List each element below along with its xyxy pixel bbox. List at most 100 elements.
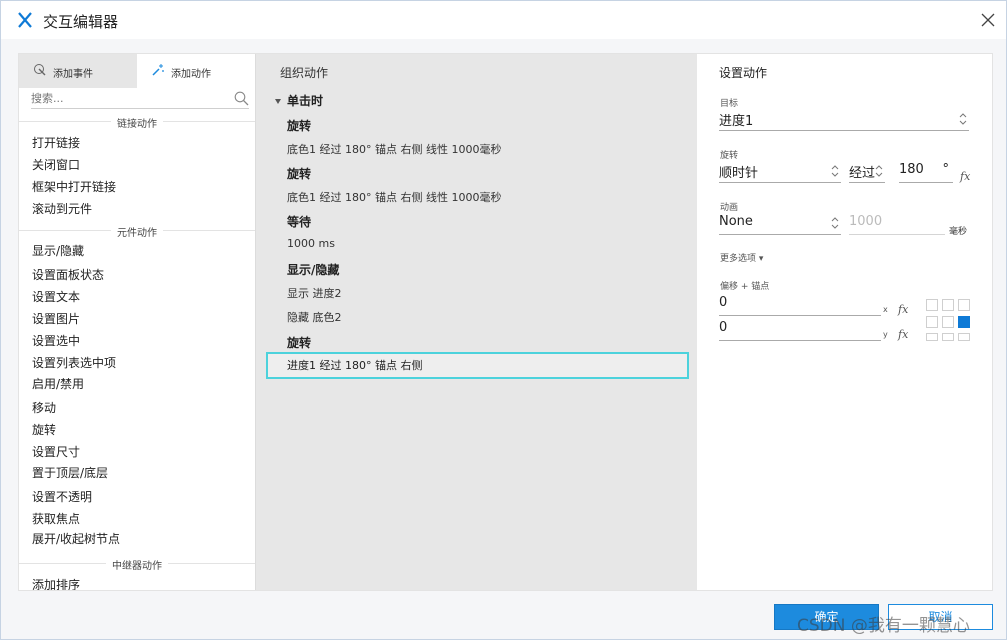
organize-actions-panel: 组织动作 单击时 旋转 底色1 经过 180° 锚点 右侧 线性 1000毫秒 … bbox=[256, 54, 697, 590]
configure-action-panel: 设置动作 目标 进度1 旋转 顺时针 经过 180 ° fx 动画 None 1… bbox=[697, 54, 992, 590]
close-icon[interactable] bbox=[978, 10, 998, 30]
tab-add-action[interactable]: 添加动作 bbox=[137, 54, 255, 88]
action-item-rotate[interactable]: 旋转 bbox=[32, 421, 56, 438]
tab-add-event-label: 添加事件 bbox=[53, 69, 93, 80]
animation-duration-input[interactable]: 1000 bbox=[849, 214, 945, 235]
select-arrows-icon bbox=[831, 217, 839, 229]
action-item-open-link[interactable]: 打开链接 bbox=[32, 134, 80, 151]
anchor-top-right[interactable] bbox=[958, 299, 970, 311]
duration-unit: 毫秒 bbox=[949, 227, 968, 237]
section-link-actions: 链接动作 bbox=[19, 115, 255, 130]
offset-y-value: 0 bbox=[719, 320, 728, 335]
configure-action-heading: 设置动作 bbox=[719, 66, 768, 80]
animation-duration-value: 1000 bbox=[849, 214, 883, 229]
action-item-set-text[interactable]: 设置文本 bbox=[32, 288, 80, 305]
select-arrows-icon bbox=[959, 113, 967, 125]
offset-x-input[interactable]: 0 bbox=[719, 295, 881, 316]
target-label: 目标 bbox=[720, 99, 739, 109]
action-item-enable-disable[interactable]: 启用/禁用 bbox=[32, 375, 84, 392]
action-item-show-hide[interactable]: 显示/隐藏 bbox=[32, 242, 84, 259]
collapse-triangle-icon[interactable] bbox=[275, 99, 281, 104]
actions-library-panel: 添加事件 添加动作 链接动作 打开链 bbox=[19, 54, 256, 590]
action-item-add-sort[interactable]: 添加排序 bbox=[32, 576, 80, 590]
anchor-top-left[interactable] bbox=[926, 299, 938, 311]
action-item-focus[interactable]: 获取焦点 bbox=[32, 510, 80, 527]
search-icon[interactable] bbox=[234, 91, 249, 106]
action-item-scroll-to[interactable]: 滚动到元件 bbox=[32, 200, 92, 217]
anchor-bottom-right[interactable] bbox=[958, 333, 970, 341]
animation-value: None bbox=[719, 214, 753, 229]
search-box bbox=[31, 90, 249, 109]
title-bar: 交互编辑器 bbox=[1, 1, 1006, 39]
action-item-bring-front-back[interactable]: 置于顶层/底层 bbox=[32, 464, 108, 481]
action-detail[interactable]: 1000 ms bbox=[287, 237, 335, 250]
section-title: 中继器动作 bbox=[106, 557, 168, 572]
target-select[interactable]: 进度1 bbox=[719, 110, 969, 131]
event-on-click[interactable]: 单击时 bbox=[275, 92, 323, 109]
anchor-middle-right[interactable] bbox=[958, 316, 970, 328]
selected-action-row[interactable]: 进度1 经过 180° 锚点 右侧 bbox=[266, 352, 689, 379]
x-axis-label: x bbox=[883, 305, 888, 314]
action-name[interactable]: 旋转 bbox=[287, 165, 311, 182]
anchor-top-center[interactable] bbox=[942, 299, 954, 311]
offset-anchor-label: 偏移 + 锚点 bbox=[720, 282, 770, 292]
action-item-expand-collapse-tree[interactable]: 展开/收起树节点 bbox=[32, 530, 120, 547]
editor-content: 添加事件 添加动作 链接动作 打开链 bbox=[18, 53, 993, 591]
interaction-editor-window: 交互编辑器 添加事件 添加动作 搜索... 链接动作 打开链接 关闭窗口 框架中… bbox=[0, 0, 1007, 640]
action-detail: 进度1 经过 180° 锚点 右侧 bbox=[287, 359, 423, 372]
tab-add-action-label: 添加动作 bbox=[171, 69, 211, 80]
animation-select[interactable]: None bbox=[719, 214, 841, 235]
y-axis-label: y bbox=[883, 330, 888, 339]
animation-label: 动画 bbox=[720, 203, 739, 213]
magic-wand-icon bbox=[152, 64, 164, 76]
rotate-direction-select[interactable]: 顺时针 bbox=[719, 162, 841, 183]
action-name[interactable]: 旋转 bbox=[287, 334, 311, 351]
degree-unit: ° bbox=[942, 162, 950, 177]
offset-x-value: 0 bbox=[719, 295, 728, 310]
fx-icon[interactable]: fx bbox=[898, 303, 908, 316]
action-item-set-list-selection[interactable]: 设置列表选中项 bbox=[32, 354, 116, 371]
rotate-degrees-value: 180 bbox=[899, 162, 924, 177]
action-item-set-image[interactable]: 设置图片 bbox=[32, 310, 80, 327]
window-title: 交互编辑器 bbox=[43, 13, 119, 31]
action-detail[interactable]: 底色1 经过 180° 锚点 右侧 线性 1000毫秒 bbox=[287, 189, 501, 205]
rotate-direction-value: 顺时针 bbox=[719, 166, 759, 181]
action-name[interactable]: 显示/隐藏 bbox=[287, 261, 339, 278]
tab-add-event[interactable]: 添加事件 bbox=[19, 54, 137, 88]
search-input[interactable] bbox=[31, 90, 221, 106]
app-logo-icon bbox=[18, 12, 32, 28]
action-item-set-selected[interactable]: 设置选中 bbox=[32, 332, 80, 349]
section-title: 链接动作 bbox=[111, 115, 163, 130]
rotate-degrees-input[interactable]: 180 ° bbox=[899, 162, 953, 183]
section-widget-actions: 元件动作 bbox=[19, 224, 255, 239]
rotate-mode-value: 经过 bbox=[849, 166, 876, 181]
anchor-bottom-center[interactable] bbox=[942, 333, 954, 341]
anchor-center[interactable] bbox=[942, 316, 954, 328]
more-options-toggle[interactable]: 更多选项 ▾ bbox=[720, 251, 763, 264]
target-value: 进度1 bbox=[719, 114, 754, 129]
organize-actions-heading: 组织动作 bbox=[280, 66, 329, 80]
section-repeater-actions: 中继器动作 bbox=[19, 557, 255, 572]
offset-y-input[interactable]: 0 bbox=[719, 320, 881, 341]
rotate-label: 旋转 bbox=[720, 151, 739, 161]
action-item-open-in-frame[interactable]: 框架中打开链接 bbox=[32, 178, 116, 195]
rotate-mode-select[interactable]: 经过 bbox=[849, 162, 885, 183]
action-item-set-size[interactable]: 设置尺寸 bbox=[32, 443, 80, 460]
anchor-bottom-left[interactable] bbox=[926, 333, 938, 341]
cursor-click-icon bbox=[34, 64, 46, 76]
action-item-move[interactable]: 移动 bbox=[32, 399, 56, 416]
action-item-close-window[interactable]: 关闭窗口 bbox=[32, 156, 80, 173]
action-detail[interactable]: 底色1 经过 180° 锚点 右侧 线性 1000毫秒 bbox=[287, 141, 501, 157]
action-item-set-panel-state[interactable]: 设置面板状态 bbox=[32, 266, 104, 283]
anchor-middle-left[interactable] bbox=[926, 316, 938, 328]
section-title: 元件动作 bbox=[111, 224, 163, 239]
action-detail[interactable]: 显示 进度2 bbox=[287, 285, 342, 301]
action-name[interactable]: 等待 bbox=[287, 213, 311, 230]
action-item-set-opacity[interactable]: 设置不透明 bbox=[32, 488, 92, 505]
select-arrows-icon bbox=[875, 165, 883, 177]
fx-icon[interactable]: fx bbox=[898, 328, 908, 341]
watermark: CSDN @我有一颗慧心 bbox=[797, 616, 970, 636]
action-name[interactable]: 旋转 bbox=[287, 117, 311, 134]
action-detail[interactable]: 隐藏 底色2 bbox=[287, 309, 342, 325]
fx-icon[interactable]: fx bbox=[960, 170, 970, 183]
